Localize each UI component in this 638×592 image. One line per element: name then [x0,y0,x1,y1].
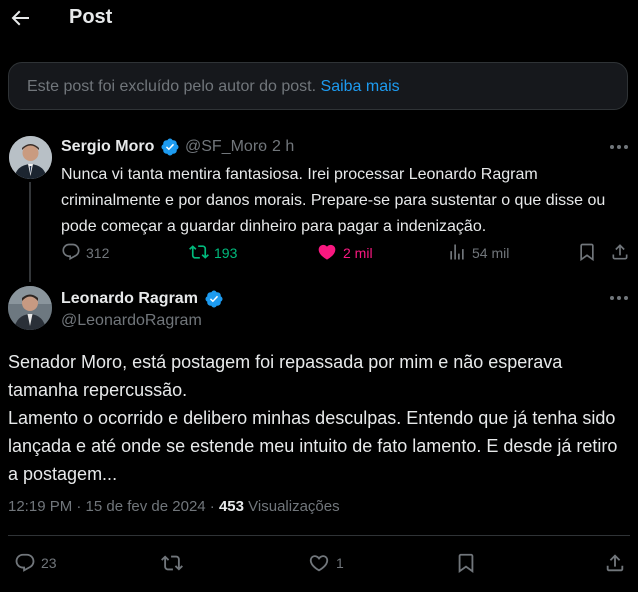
reply-icon[interactable] [14,552,36,574]
share-icon[interactable] [610,242,630,262]
views-count: 453 [218,498,244,515]
post-meta: 12:19 PM · 15 de fev de 2024 · 453 Visua… [8,498,340,515]
back-arrow-icon[interactable] [8,6,32,30]
share-icon[interactable] [604,552,626,574]
reply-icon[interactable] [61,242,81,262]
author-name[interactable]: Leonardo Ragram [61,290,198,308]
repost-count: 193 [214,245,238,261]
reply-count: 312 [86,245,110,261]
author-name[interactable]: Sergio Moro [61,138,154,156]
separator-dot: · [259,138,265,155]
verified-badge-icon [205,290,223,308]
more-options-icon[interactable] [608,289,630,307]
like-count: 2 mil [343,245,373,261]
views-label: Visualizações [244,498,340,515]
thread-connector-line [29,182,31,282]
author-handle[interactable]: @SF_Moro [185,138,267,156]
avatar[interactable] [9,136,52,179]
post-timestamp[interactable]: 12:19 PM · 15 de fev de 2024 · [8,498,219,515]
views-chart-icon[interactable] [447,242,467,262]
divider [8,535,630,536]
author-handle[interactable]: @LeonardoRagram [61,312,202,330]
header: Post [0,0,638,40]
deleted-post-notice: Este post foi excluído pelo autor do pos… [8,62,628,110]
heart-icon[interactable] [308,552,330,574]
reply-count: 23 [41,555,57,571]
repost-icon[interactable] [189,242,209,262]
deleted-notice-text: Este post foi excluído pelo autor do pos… [27,78,321,95]
page-title: Post [69,6,113,28]
bookmark-icon[interactable] [455,552,477,574]
verified-badge-icon [161,138,179,156]
post-text: Nunca vi tanta mentira fantasiosa. Irei … [61,166,606,235]
like-count: 1 [336,555,344,571]
more-options-icon[interactable] [608,138,630,156]
avatar[interactable] [8,286,52,330]
learn-more-link[interactable]: Saiba mais [321,78,400,95]
bookmark-icon[interactable] [577,242,597,262]
post-text: Senador Moro, está postagem foi repassad… [8,352,618,484]
post-time[interactable]: 2 h [272,138,294,156]
repost-icon[interactable] [161,552,183,574]
views-count: 54 mil [472,245,510,261]
heart-icon[interactable] [317,242,337,262]
